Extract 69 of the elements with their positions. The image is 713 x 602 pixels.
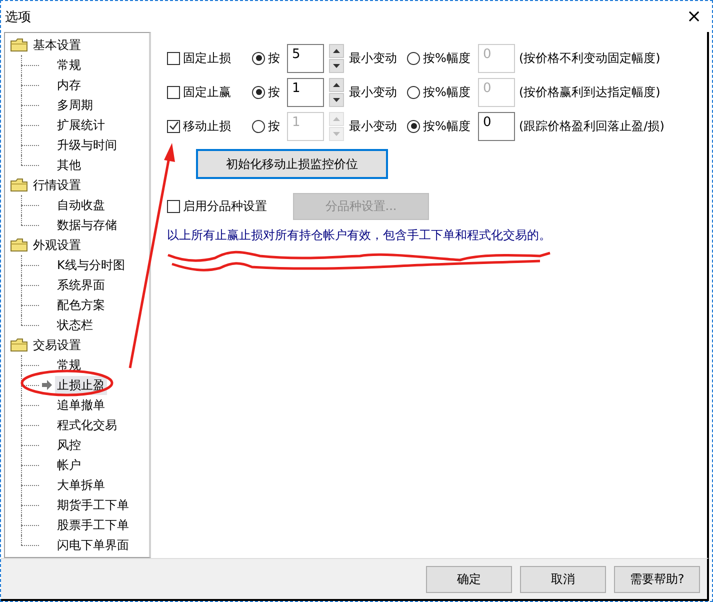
tree-item[interactable]: 闪电下单界面 [55,536,131,554]
folder-icon [10,238,28,252]
tree-item[interactable]: 其他 [55,156,83,174]
unit-label: 最小变动 [349,118,398,134]
arrow-icon [42,380,52,390]
hint-text: (跟踪价格盈利回落止盈/损) [519,118,664,134]
tick-input[interactable]: 1 [287,78,324,106]
radio-button[interactable] [407,120,420,132]
tree-item[interactable]: 止损止盈 [55,376,107,394]
tree-item[interactable]: 数据与存储 [55,216,119,234]
unit-label: 最小变动 [349,84,398,100]
percent-input[interactable]: 0 [478,112,515,140]
tree-item[interactable]: 帐户 [55,456,83,474]
radio-button[interactable] [407,52,420,64]
dialog-button[interactable]: 取消 [520,566,606,592]
checkbox-label: 固定止赢 [183,84,231,100]
close-button[interactable]: × [680,6,708,27]
folder-icon [10,38,28,52]
checkbox-label: 固定止损 [183,50,231,66]
radio-button[interactable] [252,86,265,98]
unit-label: 最小变动 [349,50,398,66]
tree-item[interactable]: 程式化交易 [55,416,119,434]
hint-text: (按价格赢利到达指定幅度) [519,84,660,100]
tree-item[interactable]: 常规 [55,356,83,374]
radio-button[interactable] [407,86,420,98]
spin-buttons[interactable] [329,78,344,106]
tree-item[interactable]: 多周期 [55,96,95,114]
folder-icon [10,178,28,192]
tree-group[interactable]: 基本设置 [33,36,81,54]
tree-item[interactable]: 升级与时间 [55,136,119,154]
radio-button[interactable] [252,120,265,132]
tree-item[interactable]: K线与分时图 [55,256,127,274]
checkbox[interactable] [167,120,180,132]
checkbox[interactable] [167,200,180,212]
tree-item[interactable]: 常规 [55,56,83,74]
tree-group[interactable]: 外观设置 [33,236,81,254]
tree-item[interactable]: 状态栏 [55,316,95,334]
tree-group[interactable]: 行情设置 [33,176,81,194]
tree-item[interactable]: 系统界面 [55,276,107,294]
folder-icon [10,338,28,352]
tree-item[interactable]: 股票手工下单 [55,516,131,534]
checkbox-label: 移动止损 [183,118,231,134]
tree-item[interactable]: 追单撤单 [55,396,107,414]
hint-text: (按价格不利变动固定幅度) [519,50,660,66]
tree-item[interactable]: 期货手工下单 [55,496,131,514]
radio-label: 按 [268,50,280,66]
init-button[interactable]: 初始化移动止损监控价位 [196,149,388,179]
notice-text: 以上所有止赢止损对所有持仓帐户有效，包含手工下单和程式化交易的。 [167,227,552,244]
radio-button[interactable] [252,52,265,64]
checkbox[interactable] [167,52,180,64]
tree-item[interactable]: 配色方案 [55,296,107,314]
checkbox-label: 启用分品种设置 [183,198,267,214]
tree-group[interactable]: 交易设置 [33,336,81,354]
tree-item[interactable]: 自动收盘 [55,196,107,214]
window-title: 选项 [5,8,31,26]
radio-label: 按%幅度 [423,118,470,134]
radio-label: 按 [268,118,280,134]
tree-item[interactable]: 风控 [55,436,83,454]
radio-label: 按%幅度 [423,84,470,100]
spin-buttons[interactable] [329,44,344,72]
dialog-button[interactable]: 确定 [426,566,512,592]
tree-item[interactable]: 扩展统计 [55,116,107,134]
tree-item[interactable]: 大单拆单 [55,476,107,494]
tree-item[interactable]: 内存 [55,76,83,94]
dialog-button[interactable]: 需要帮助? [614,566,700,592]
tick-input[interactable]: 5 [287,44,324,72]
radio-label: 按%幅度 [423,50,470,66]
radio-label: 按 [268,84,280,100]
checkbox[interactable] [167,86,180,98]
